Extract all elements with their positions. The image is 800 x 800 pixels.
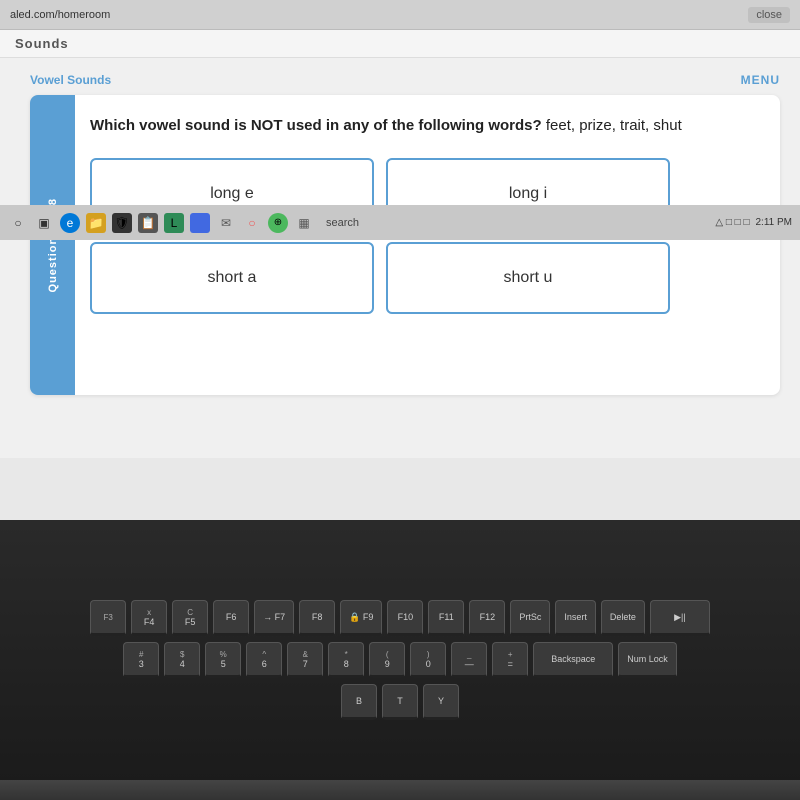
taskbar: ○ ▣ e 📁 🛡 📋 L ✉ ○ ⊕ ▦ search △ □ □ □ 2:1… — [0, 205, 800, 240]
question-prompt-plain: feet, prize, trait, shut — [542, 117, 682, 134]
app-icon-misc: ▦ — [294, 213, 314, 233]
key-y: Y — [423, 684, 459, 720]
task-view-icon: ▣ — [34, 213, 54, 233]
key-prtsc: PrtSc — [510, 600, 550, 636]
answer-short-u[interactable]: short u — [386, 242, 670, 314]
key-f11: F11 — [428, 600, 464, 636]
menu-button[interactable]: MENU — [741, 73, 780, 87]
key-percent: %5 — [205, 642, 241, 678]
app-icon-blue — [190, 213, 210, 233]
page-header: Sounds — [0, 30, 800, 58]
keyboard-row-2: #3 $4 %5 ^6 &7 *8 (9 )0 _— += Backspace … — [123, 642, 677, 678]
folder-icon: 📁 — [86, 213, 106, 233]
key-delete: Delete — [601, 600, 645, 636]
question-text: Which vowel sound is NOT used in any of … — [90, 115, 760, 138]
tray-icons: △ □ □ □ — [715, 217, 749, 228]
app-icon-envelope: ✉ — [216, 213, 236, 233]
keyboard: F3 xF4 CF5 F6 → F7 F8 🔒 F9 F10 F11 F12 P… — [0, 520, 800, 800]
key-x: xF4 — [131, 600, 167, 636]
key-f12: F12 — [469, 600, 505, 636]
key-rparen: )0 — [410, 642, 446, 678]
app-icon-green: L — [164, 213, 184, 233]
key-f3: F3 — [90, 600, 126, 636]
keyboard-row-3: B T Y — [341, 684, 459, 720]
key-lock: 🔒 F9 — [340, 600, 382, 636]
windows-search-icon: ○ — [8, 213, 28, 233]
key-t: T — [382, 684, 418, 720]
key-dollar: $4 — [164, 642, 200, 678]
content-area: Vowel Sounds MENU Question 3 of 8 Which … — [0, 58, 800, 458]
keyboard-row-1: F3 xF4 CF5 F6 → F7 F8 🔒 F9 F10 F11 F12 P… — [90, 600, 710, 636]
shield-icon: 🛡 — [112, 213, 132, 233]
laptop-body — [0, 780, 800, 800]
key-insert: Insert — [555, 600, 596, 636]
key-hash: #3 — [123, 642, 159, 678]
key-f10: F10 — [387, 600, 423, 636]
key-f8: F8 — [299, 600, 335, 636]
app-icon-1: 📋 — [138, 213, 158, 233]
search-label[interactable]: search — [320, 217, 365, 229]
app-icon-circle: ○ — [242, 213, 262, 233]
key-asterisk: *8 — [328, 642, 364, 678]
edge-icon: e — [60, 213, 80, 233]
key-backspace: Backspace — [533, 642, 613, 678]
key-f6: F6 — [213, 600, 249, 636]
key-lparen: (9 — [369, 642, 405, 678]
system-time: 2:11 PM — [756, 217, 793, 228]
question-prompt-bold: Which vowel sound is NOT used in any of … — [90, 117, 542, 134]
key-minus: _— — [451, 642, 487, 678]
close-button[interactable]: close — [748, 7, 790, 23]
browser-chrome: aled.com/homeroom close — [0, 0, 800, 30]
system-tray: △ □ □ □ 2:11 PM — [715, 217, 792, 228]
answer-short-a[interactable]: short a — [90, 242, 374, 314]
key-pause: ▶|| — [650, 600, 710, 636]
key-caret: ^6 — [246, 642, 282, 678]
question-counter-sidebar: Question 3 of 8 — [30, 95, 75, 395]
key-c: CF5 — [172, 600, 208, 636]
key-equals: += — [492, 642, 528, 678]
key-numlock: Num Lock — [618, 642, 677, 678]
key-b: B — [341, 684, 377, 720]
question-card: Question 3 of 8 Which vowel sound is NOT… — [30, 95, 780, 395]
key-arrow: → F7 — [254, 600, 294, 636]
section-label: Vowel Sounds — [30, 73, 780, 87]
laptop-screen: aled.com/homeroom close Sounds Vowel Sou… — [0, 0, 800, 520]
url-bar: aled.com/homeroom — [10, 9, 748, 21]
key-ampersand: &7 — [287, 642, 323, 678]
chrome-icon: ⊕ — [268, 213, 288, 233]
